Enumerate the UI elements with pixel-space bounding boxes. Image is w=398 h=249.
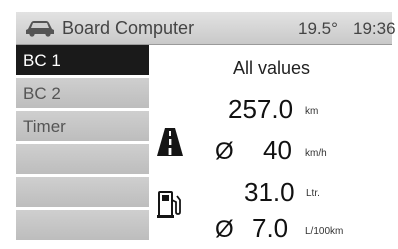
sidebar-item-bc2[interactable]: BC 2 — [16, 78, 149, 110]
average-symbol: Ø — [215, 138, 234, 165]
avg-consumption-unit: L/100km — [305, 226, 344, 237]
view-heading: All values — [233, 58, 311, 78]
average-symbol: Ø — [215, 216, 234, 243]
sidebar-item-bc1[interactable]: BC 1 — [16, 45, 149, 77]
sidebar-item-empty-3 — [16, 210, 149, 242]
avg-consumption-value: 7.0 — [252, 213, 289, 243]
temperature-readout: 19.5° — [298, 19, 338, 38]
clock-readout: 19:36 — [353, 19, 396, 38]
road-icon — [157, 128, 183, 156]
distance-value: 257.0 — [228, 94, 294, 124]
sidebar-menu: BC 1 BC 2 Timer — [16, 45, 149, 244]
sidebar-item-label: BC 2 — [23, 84, 61, 103]
title-text: Board Computer — [62, 18, 195, 38]
title-bar: Board Computer 19.5° 19:36 — [16, 12, 396, 45]
sidebar-item-empty-1 — [16, 144, 149, 176]
avg-speed-value: 40 — [263, 135, 292, 165]
fuel-used-unit: Ltr. — [306, 188, 320, 199]
car-icon — [26, 21, 54, 37]
board-computer-screen: Board Computer 19.5° 19:36 BC 1 BC 2 Tim… — [0, 0, 398, 249]
fuel-pump-icon — [157, 191, 181, 218]
sidebar-item-label: BC 1 — [23, 51, 61, 70]
sidebar-item-timer[interactable]: Timer — [16, 111, 149, 143]
sidebar-item-empty-2 — [16, 177, 149, 209]
avg-speed-unit: km/h — [305, 148, 327, 159]
distance-unit: km — [305, 106, 319, 117]
fuel-used-value: 31.0 — [244, 177, 295, 207]
sidebar-item-label: Timer — [23, 117, 66, 136]
